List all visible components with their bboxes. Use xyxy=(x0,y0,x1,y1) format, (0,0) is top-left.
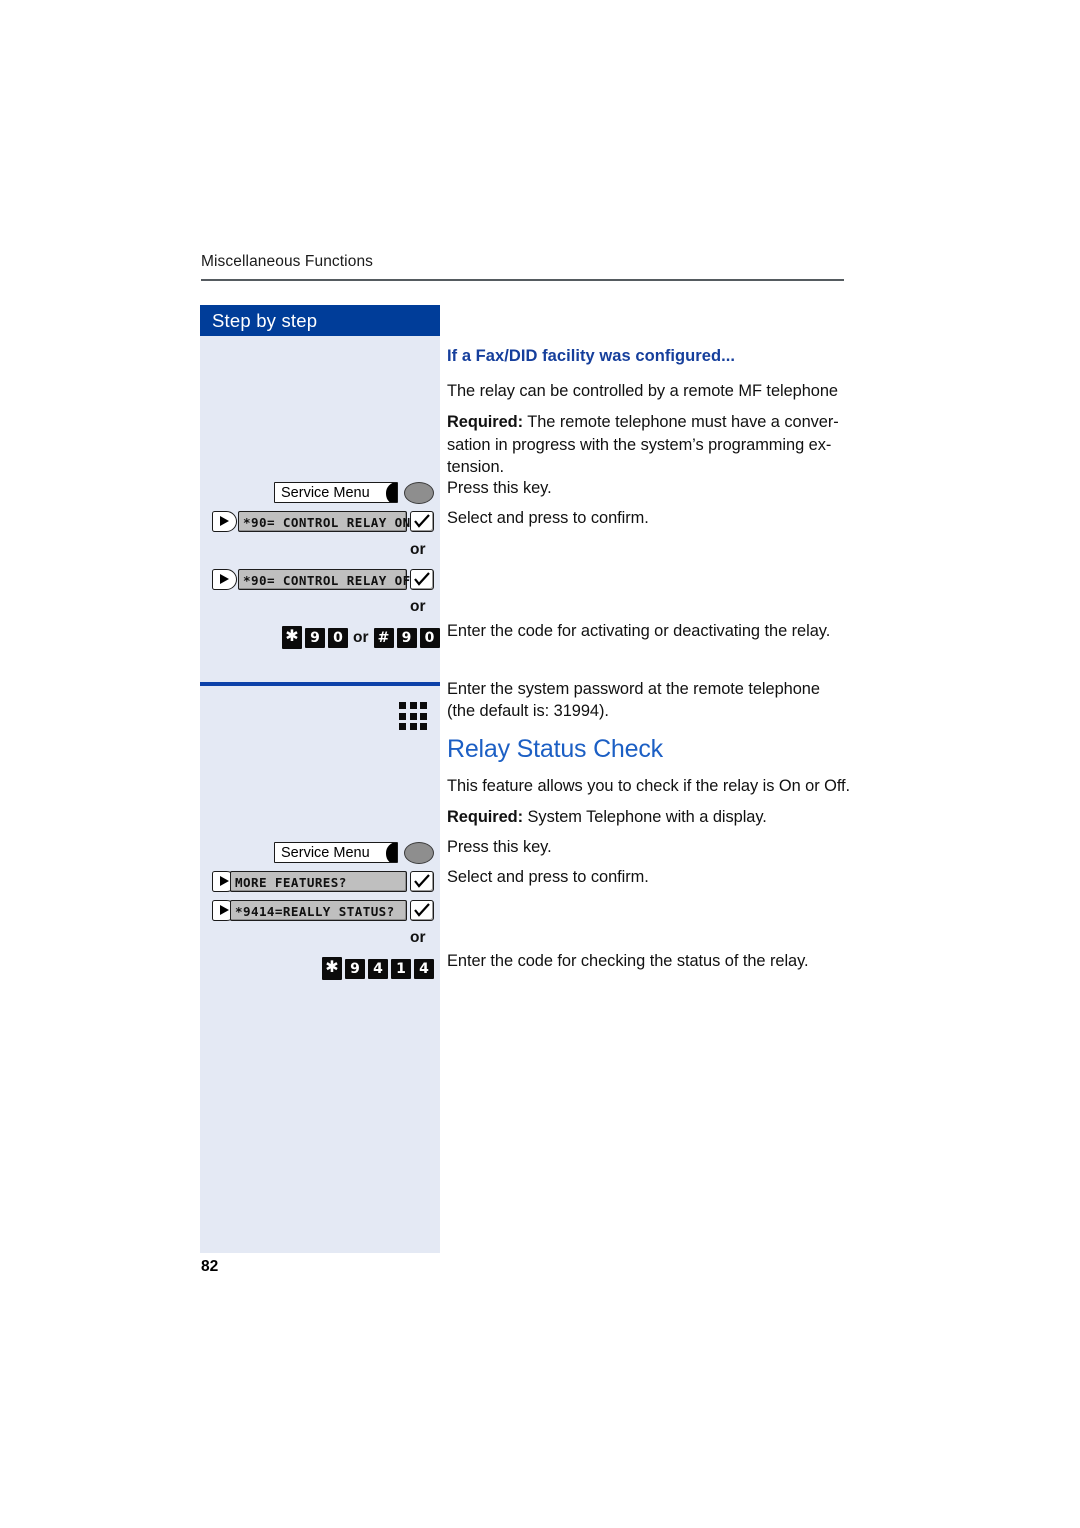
paragraph-select-confirm-2: Select and press to confirm. xyxy=(447,868,649,886)
step-by-step-column: Step by step Service Menu *90= CONTROL R… xyxy=(200,305,440,1253)
service-menu-label-2: Service Menu xyxy=(274,842,398,863)
service-menu-label-text-2: Service Menu xyxy=(281,845,370,861)
keycap-star-1[interactable]: ✱ xyxy=(282,626,302,649)
keycap-0-1[interactable]: 0 xyxy=(328,627,348,648)
service-menu-nub-1 xyxy=(386,483,397,502)
check-icon-2 xyxy=(414,572,430,586)
scroll-arrow-icon-1[interactable] xyxy=(212,511,237,532)
confirm-button-3[interactable] xyxy=(410,871,434,892)
required-lead-2: Required: xyxy=(447,808,524,826)
paragraph-press-this-key-2: Press this key. xyxy=(447,838,552,856)
paragraph-select-confirm-1: Select and press to confirm. xyxy=(447,509,649,527)
scroll-arrow-icon-2[interactable] xyxy=(212,569,237,590)
dial-pad-icon[interactable] xyxy=(399,702,427,730)
service-menu-key-1[interactable] xyxy=(404,482,434,504)
paragraph-press-this-key-1: Press this key. xyxy=(447,479,552,497)
paragraph-check-relay-onoff: This feature allows you to check if the … xyxy=(447,777,851,795)
section-divider xyxy=(200,682,440,686)
service-menu-nub-2 xyxy=(386,843,397,862)
paragraph-required-system-telephone: Required: System Telephone with a displa… xyxy=(447,806,847,829)
confirm-button-2[interactable] xyxy=(410,569,434,590)
keycap-hash[interactable]: # xyxy=(373,627,394,648)
confirm-button-1[interactable] xyxy=(410,511,434,532)
key-sequence-relay-status: ✱ 9 4 1 4 xyxy=(322,957,437,980)
instruction-system-password-line1: Enter the system password at the remote … xyxy=(447,680,820,698)
header-rule xyxy=(201,279,844,281)
keycap-4-1[interactable]: 4 xyxy=(368,958,388,979)
check-icon-4 xyxy=(414,903,430,917)
or-separator-1: or xyxy=(410,541,426,558)
instruction-check-status: Enter the code for checking the status o… xyxy=(447,952,809,970)
keycap-9-1[interactable]: 9 xyxy=(305,627,325,648)
manual-page: Miscellaneous Functions Step by step Ser… xyxy=(0,0,1080,1528)
lcd-text-more-features: MORE FEATURES? xyxy=(235,874,347,890)
lcd-text-really-status: *9414=REALLY STATUS? xyxy=(235,903,395,919)
or-separator-2: or xyxy=(410,598,426,615)
feature-title-relay-status-check: Relay Status Check xyxy=(447,735,663,763)
key-sequence-relay-toggle: ✱ 9 0 or # 9 0 xyxy=(282,626,443,649)
confirm-button-4[interactable] xyxy=(410,900,434,921)
required-lead-1: Required: xyxy=(447,413,524,431)
service-menu-label-text-1: Service Menu xyxy=(281,485,370,501)
service-menu-key-2[interactable] xyxy=(404,842,434,864)
lcd-text-relay-on: *90= CONTROL RELAY ON? xyxy=(243,514,419,530)
lcd-display-more-features: MORE FEATURES? xyxy=(230,871,407,892)
lcd-text-relay-off: *90= CONTROL RELAY OFF ? xyxy=(243,572,435,588)
instruction-system-password-line2: (the default is: 31994). xyxy=(447,702,609,720)
keycap-9-3[interactable]: 9 xyxy=(345,958,365,979)
lcd-display-relay-off: *90= CONTROL RELAY OFF ? xyxy=(238,569,434,590)
paragraph-required-conversation: Required: The remote telephone must have… xyxy=(447,411,847,479)
subhead-fax-did: If a Fax/DID facility was configured... xyxy=(447,347,736,365)
or-separator-3: or xyxy=(410,929,426,946)
check-icon-1 xyxy=(414,514,430,528)
step-by-step-body: Service Menu *90= CONTROL RELAY ON? or *… xyxy=(200,336,440,1253)
step-by-step-title: Step by step xyxy=(212,310,318,331)
keycap-4-2[interactable]: 4 xyxy=(414,958,434,979)
lcd-display-really-status: *9414=REALLY STATUS? xyxy=(230,900,407,921)
lcd-display-relay-on: *90= CONTROL RELAY ON? xyxy=(238,511,418,532)
service-menu-label-1: Service Menu xyxy=(274,482,398,503)
step-by-step-header: Step by step xyxy=(200,305,440,336)
key-sequence-separator: or xyxy=(353,628,369,646)
running-header: Miscellaneous Functions xyxy=(201,253,374,270)
paragraph-relay-remote-mf: The relay can be controlled by a remote … xyxy=(447,382,838,400)
check-icon-3 xyxy=(414,874,430,888)
required-body-2: System Telephone with a display. xyxy=(523,808,767,826)
instruction-activate-deactivate: Enter the code for activating or deactiv… xyxy=(447,622,831,640)
page-number: 82 xyxy=(201,1258,219,1275)
keycap-9-2[interactable]: 9 xyxy=(396,627,417,648)
keycap-star-2[interactable]: ✱ xyxy=(322,957,342,980)
keycap-0-2[interactable]: 0 xyxy=(419,627,440,648)
keycap-1[interactable]: 1 xyxy=(391,958,411,979)
